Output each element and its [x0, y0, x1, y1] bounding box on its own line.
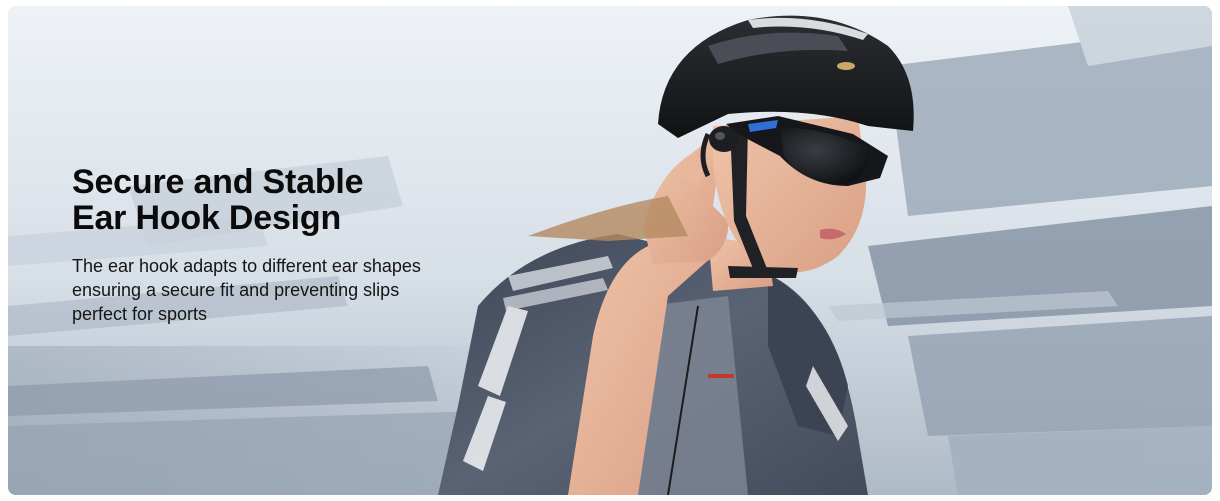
feature-description: The ear hook adapts to different ear sha…: [72, 254, 502, 326]
headline-line-2: Ear Hook Design: [72, 199, 342, 237]
feature-copy: Secure and Stable Ear Hook Design The ea…: [72, 164, 502, 326]
description-line-3: perfect for sports: [72, 304, 208, 324]
description-line-1: The ear hook adapts to different ear sha…: [72, 256, 421, 276]
headline-line-1: Secure and Stable: [72, 163, 364, 201]
product-feature-banner: Secure and Stable Ear Hook Design The ea…: [8, 6, 1212, 495]
description-line-2: ensuring a secure fit and preventing sli…: [72, 280, 400, 300]
page-title: Secure and Stable Ear Hook Design: [72, 164, 502, 236]
